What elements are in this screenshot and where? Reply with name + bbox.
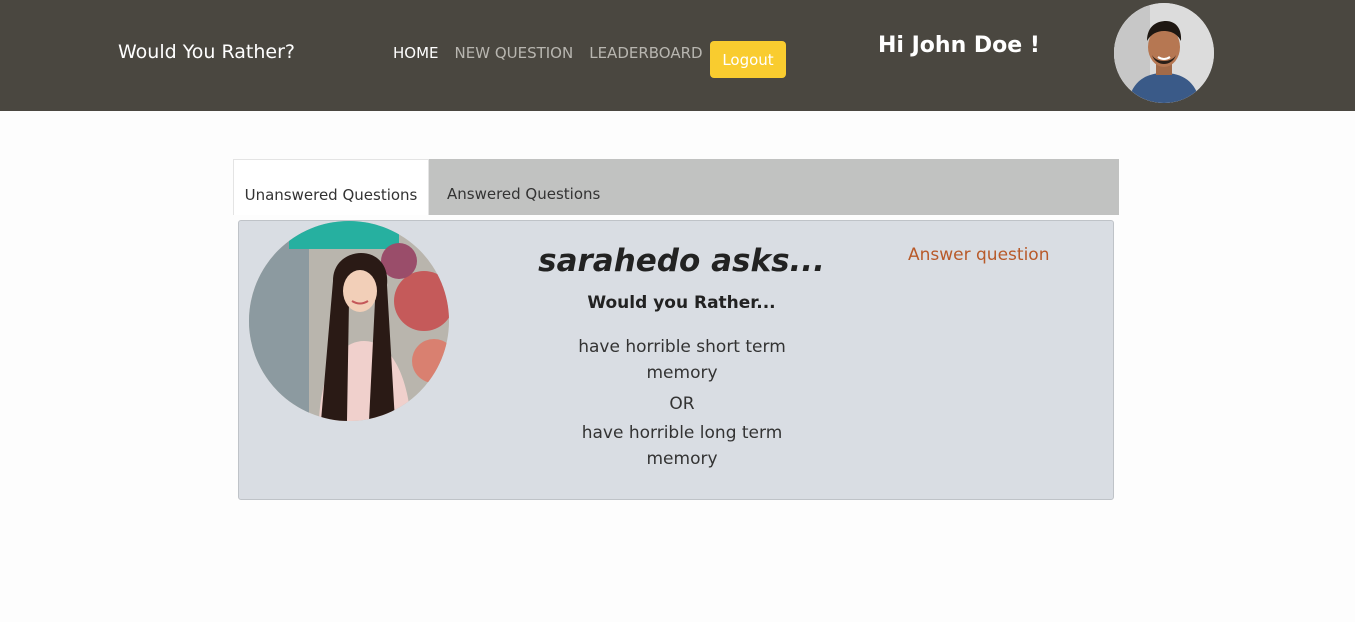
tab-answered-questions[interactable]: Answered Questions xyxy=(447,159,617,215)
logout-button[interactable]: Logout xyxy=(710,41,786,78)
app-brand[interactable]: Would You Rather? xyxy=(118,41,295,63)
nav-new-question-link[interactable]: NEW QUESTION xyxy=(455,44,574,62)
or-separator: OR xyxy=(669,394,695,414)
tab-unanswered-questions[interactable]: Unanswered Questions xyxy=(233,159,429,215)
nav-home-link[interactable]: HOME xyxy=(393,44,439,62)
question-tabs: Unanswered Questions Answered Questions xyxy=(233,159,1119,215)
option-two-text: have horrible long term memory xyxy=(581,423,783,469)
asker-heading: sarahedo asks... xyxy=(538,243,825,279)
user-avatar-image xyxy=(1114,3,1214,103)
author-avatar-image xyxy=(249,221,449,421)
nav-links: HOME NEW QUESTION LEADERBOARD xyxy=(393,44,719,62)
question-card: sarahedo asks... Would you Rather... hav… xyxy=(238,220,1114,500)
user-greeting: Hi John Doe ! xyxy=(878,33,1040,58)
option-one-text: have horrible short term memory xyxy=(578,337,786,383)
user-avatar xyxy=(1114,3,1214,103)
nav-leaderboard-link[interactable]: LEADERBOARD xyxy=(589,44,702,62)
answer-question-link[interactable]: Answer question xyxy=(908,245,1049,265)
would-you-rather-prompt: Would you Rather... xyxy=(587,293,776,313)
author-avatar xyxy=(249,221,449,421)
top-navbar: Would You Rather? HOME NEW QUESTION LEAD… xyxy=(0,0,1355,111)
